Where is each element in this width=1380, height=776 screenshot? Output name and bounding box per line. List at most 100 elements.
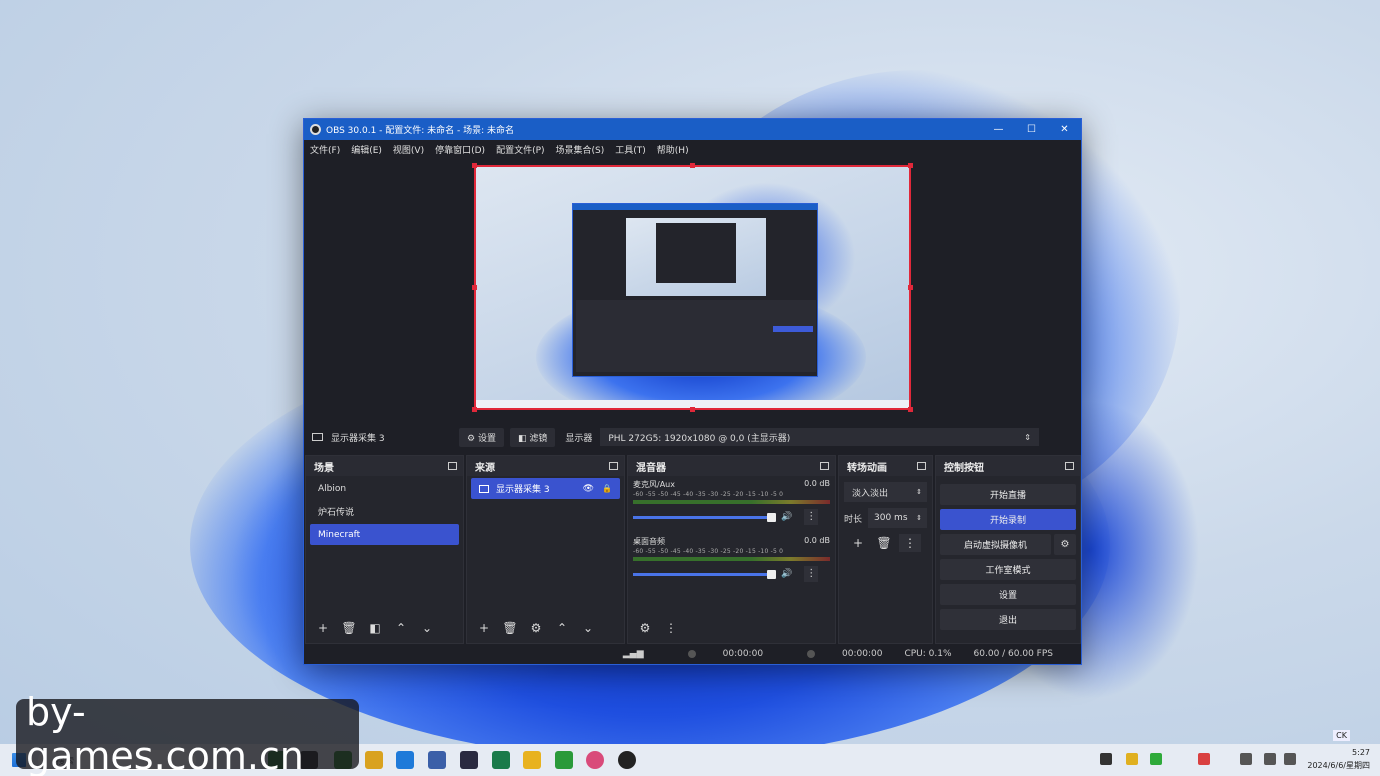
mixer-channel: 麦克风/Aux 0.0 dB -60 -55 -50 -45 -40 -35 -3… — [628, 476, 835, 525]
resize-handle[interactable] — [908, 163, 913, 168]
lock-icon[interactable]: 🔒 — [602, 484, 612, 493]
mixer-dock: 混音器 麦克风/Aux 0.0 dB -60 -55 -50 -45 -40 -3… — [627, 455, 836, 644]
ime-indicator[interactable]: CK — [1333, 730, 1350, 741]
obs-app-icon[interactable] — [618, 751, 636, 769]
obs-window: OBS 30.0.1 - 配置文件: 未命名 - 场景: 未命名 — ☐ ✕ 文… — [303, 118, 1082, 665]
duration-value: 300 ms — [874, 513, 908, 523]
resize-handle[interactable] — [472, 163, 477, 168]
menu-profile[interactable]: 配置文件(P) — [496, 143, 544, 156]
add-icon[interactable]: + — [473, 619, 495, 637]
studio-mode-button[interactable]: 工作室模式 — [940, 559, 1076, 580]
move-down-icon[interactable]: ⌄ — [577, 619, 599, 637]
minimize-button[interactable]: — — [982, 124, 1015, 135]
menu-docks[interactable]: 停靠窗口(D) — [435, 143, 485, 156]
source-item-selected[interactable]: 显示器采集 3 👁 🔒 — [471, 478, 620, 499]
clock[interactable]: 5:27 2024/6/6/星期四 — [1307, 746, 1370, 772]
volume-meter — [633, 500, 830, 504]
app-icon[interactable] — [428, 751, 446, 769]
start-recording-button[interactable]: 开始录制 — [940, 509, 1076, 530]
menu-help[interactable]: 帮助(H) — [657, 143, 689, 156]
resize-handle[interactable] — [908, 407, 913, 412]
undock-icon[interactable] — [917, 462, 926, 470]
trash-icon[interactable]: 🗑 — [499, 619, 521, 637]
sources-dock: 来源 显示器采集 3 👁 🔒 + 🗑 ⚙ ⌃ ⌄ — [466, 455, 625, 644]
menu-scene-collection[interactable]: 场景集合(S) — [556, 143, 605, 156]
preview-source-image[interactable] — [474, 165, 911, 410]
gear-icon[interactable]: ⚙ — [525, 619, 547, 637]
resize-handle[interactable] — [472, 285, 477, 290]
move-up-icon[interactable]: ⌃ — [390, 619, 412, 637]
app-icon[interactable] — [492, 751, 510, 769]
app-icon[interactable] — [460, 751, 478, 769]
add-icon[interactable]: + — [312, 619, 334, 637]
undock-icon[interactable] — [448, 462, 457, 470]
move-down-icon[interactable]: ⌄ — [416, 619, 438, 637]
record-dot-icon — [807, 649, 816, 658]
kebab-menu-icon[interactable]: ⋮ — [899, 534, 921, 552]
exit-button[interactable]: 退出 — [940, 609, 1076, 630]
window-title: OBS 30.0.1 - 配置文件: 未命名 - 场景: 未命名 — [326, 126, 515, 136]
eye-icon[interactable]: 👁 — [583, 484, 594, 494]
menu-edit[interactable]: 编辑(E) — [351, 143, 382, 156]
tray-icon[interactable] — [1100, 753, 1112, 765]
title-bar[interactable]: OBS 30.0.1 - 配置文件: 未命名 - 场景: 未命名 — ☐ ✕ — [304, 119, 1081, 140]
resize-handle[interactable] — [690, 407, 695, 412]
kebab-menu-icon[interactable]: ⋮ — [660, 619, 682, 637]
add-icon[interactable]: + — [847, 534, 869, 552]
volume-slider-row: 🔊 ⋮ — [633, 509, 830, 525]
undock-icon[interactable] — [1065, 462, 1074, 470]
duration-spinbox[interactable]: 300 ms ⇕ — [868, 508, 927, 528]
slider-knob[interactable] — [767, 569, 776, 579]
source-filters-button[interactable]: ◧ 滤镜 — [509, 427, 556, 447]
filters-icon[interactable]: ◧ — [364, 619, 386, 637]
tray-icon[interactable] — [1198, 753, 1210, 765]
source-settings-button[interactable]: ⚙ 设置 — [459, 427, 504, 447]
start-streaming-button[interactable]: 开始直播 — [940, 484, 1076, 505]
volume-slider[interactable] — [633, 512, 776, 522]
store-app-icon[interactable] — [396, 751, 414, 769]
kebab-menu-icon[interactable]: ⋮ — [804, 566, 819, 582]
speaker-icon[interactable] — [1284, 753, 1296, 765]
resize-handle[interactable] — [908, 285, 913, 290]
kebab-menu-icon[interactable]: ⋮ — [804, 509, 819, 525]
preview-area[interactable] — [304, 159, 1081, 421]
trash-icon[interactable]: 🗑 — [873, 534, 895, 552]
duration-row: 时长 300 ms ⇕ — [844, 508, 927, 528]
menu-file[interactable]: 文件(F) — [310, 143, 340, 156]
tray-icon[interactable] — [1126, 753, 1138, 765]
transition-select[interactable]: 淡入淡出 ⇕ — [844, 482, 927, 502]
sources-toolbar: + 🗑 ⚙ ⌃ ⌄ — [467, 617, 624, 639]
undock-icon[interactable] — [820, 462, 829, 470]
slider-knob[interactable] — [767, 512, 776, 522]
updown-icon[interactable]: ⇕ — [916, 514, 922, 522]
speaker-icon[interactable]: 🔊 — [781, 512, 792, 522]
close-button[interactable]: ✕ — [1048, 124, 1081, 135]
tray-icon[interactable] — [1150, 753, 1162, 765]
settings-button[interactable]: 设置 — [940, 584, 1076, 605]
display-select[interactable]: PHL 272G5: 1920x1080 @ 0,0 (主显示器) ⇕ — [600, 428, 1039, 446]
scene-item[interactable]: 炉石传说 — [310, 501, 459, 522]
source-filters-label: 滤镜 — [529, 433, 548, 444]
advanced-audio-icon[interactable]: ⚙ — [634, 619, 656, 637]
undock-icon[interactable] — [609, 462, 618, 470]
game-app-icon[interactable] — [365, 751, 383, 769]
gear-icon[interactable]: ⚙ — [1054, 534, 1076, 555]
scene-item-selected[interactable]: Minecraft — [310, 524, 459, 545]
menu-view[interactable]: 视图(V) — [393, 143, 424, 156]
resize-handle[interactable] — [690, 163, 695, 168]
speaker-icon[interactable]: 🔊 — [781, 569, 792, 579]
browser-app-icon[interactable] — [586, 751, 604, 769]
volume-slider[interactable] — [633, 569, 776, 579]
microphone-icon[interactable] — [1240, 753, 1252, 765]
resize-handle[interactable] — [472, 407, 477, 412]
menu-tools[interactable]: 工具(T) — [615, 143, 646, 156]
maximize-button[interactable]: ☐ — [1015, 124, 1048, 135]
scene-item[interactable]: Albion — [310, 478, 459, 499]
start-virtual-camera-button[interactable]: 启动虚拟摄像机 — [940, 534, 1051, 555]
network-icon[interactable] — [1264, 753, 1276, 765]
trash-icon[interactable]: 🗑 — [338, 619, 360, 637]
file-explorer-icon[interactable] — [523, 751, 541, 769]
move-up-icon[interactable]: ⌃ — [551, 619, 573, 637]
dock-area: 场景 Albion 炉石传说 Minecraft + 🗑 ◧ ⌃ ⌄ 来源 显示… — [304, 455, 1081, 644]
excel-app-icon[interactable] — [555, 751, 573, 769]
